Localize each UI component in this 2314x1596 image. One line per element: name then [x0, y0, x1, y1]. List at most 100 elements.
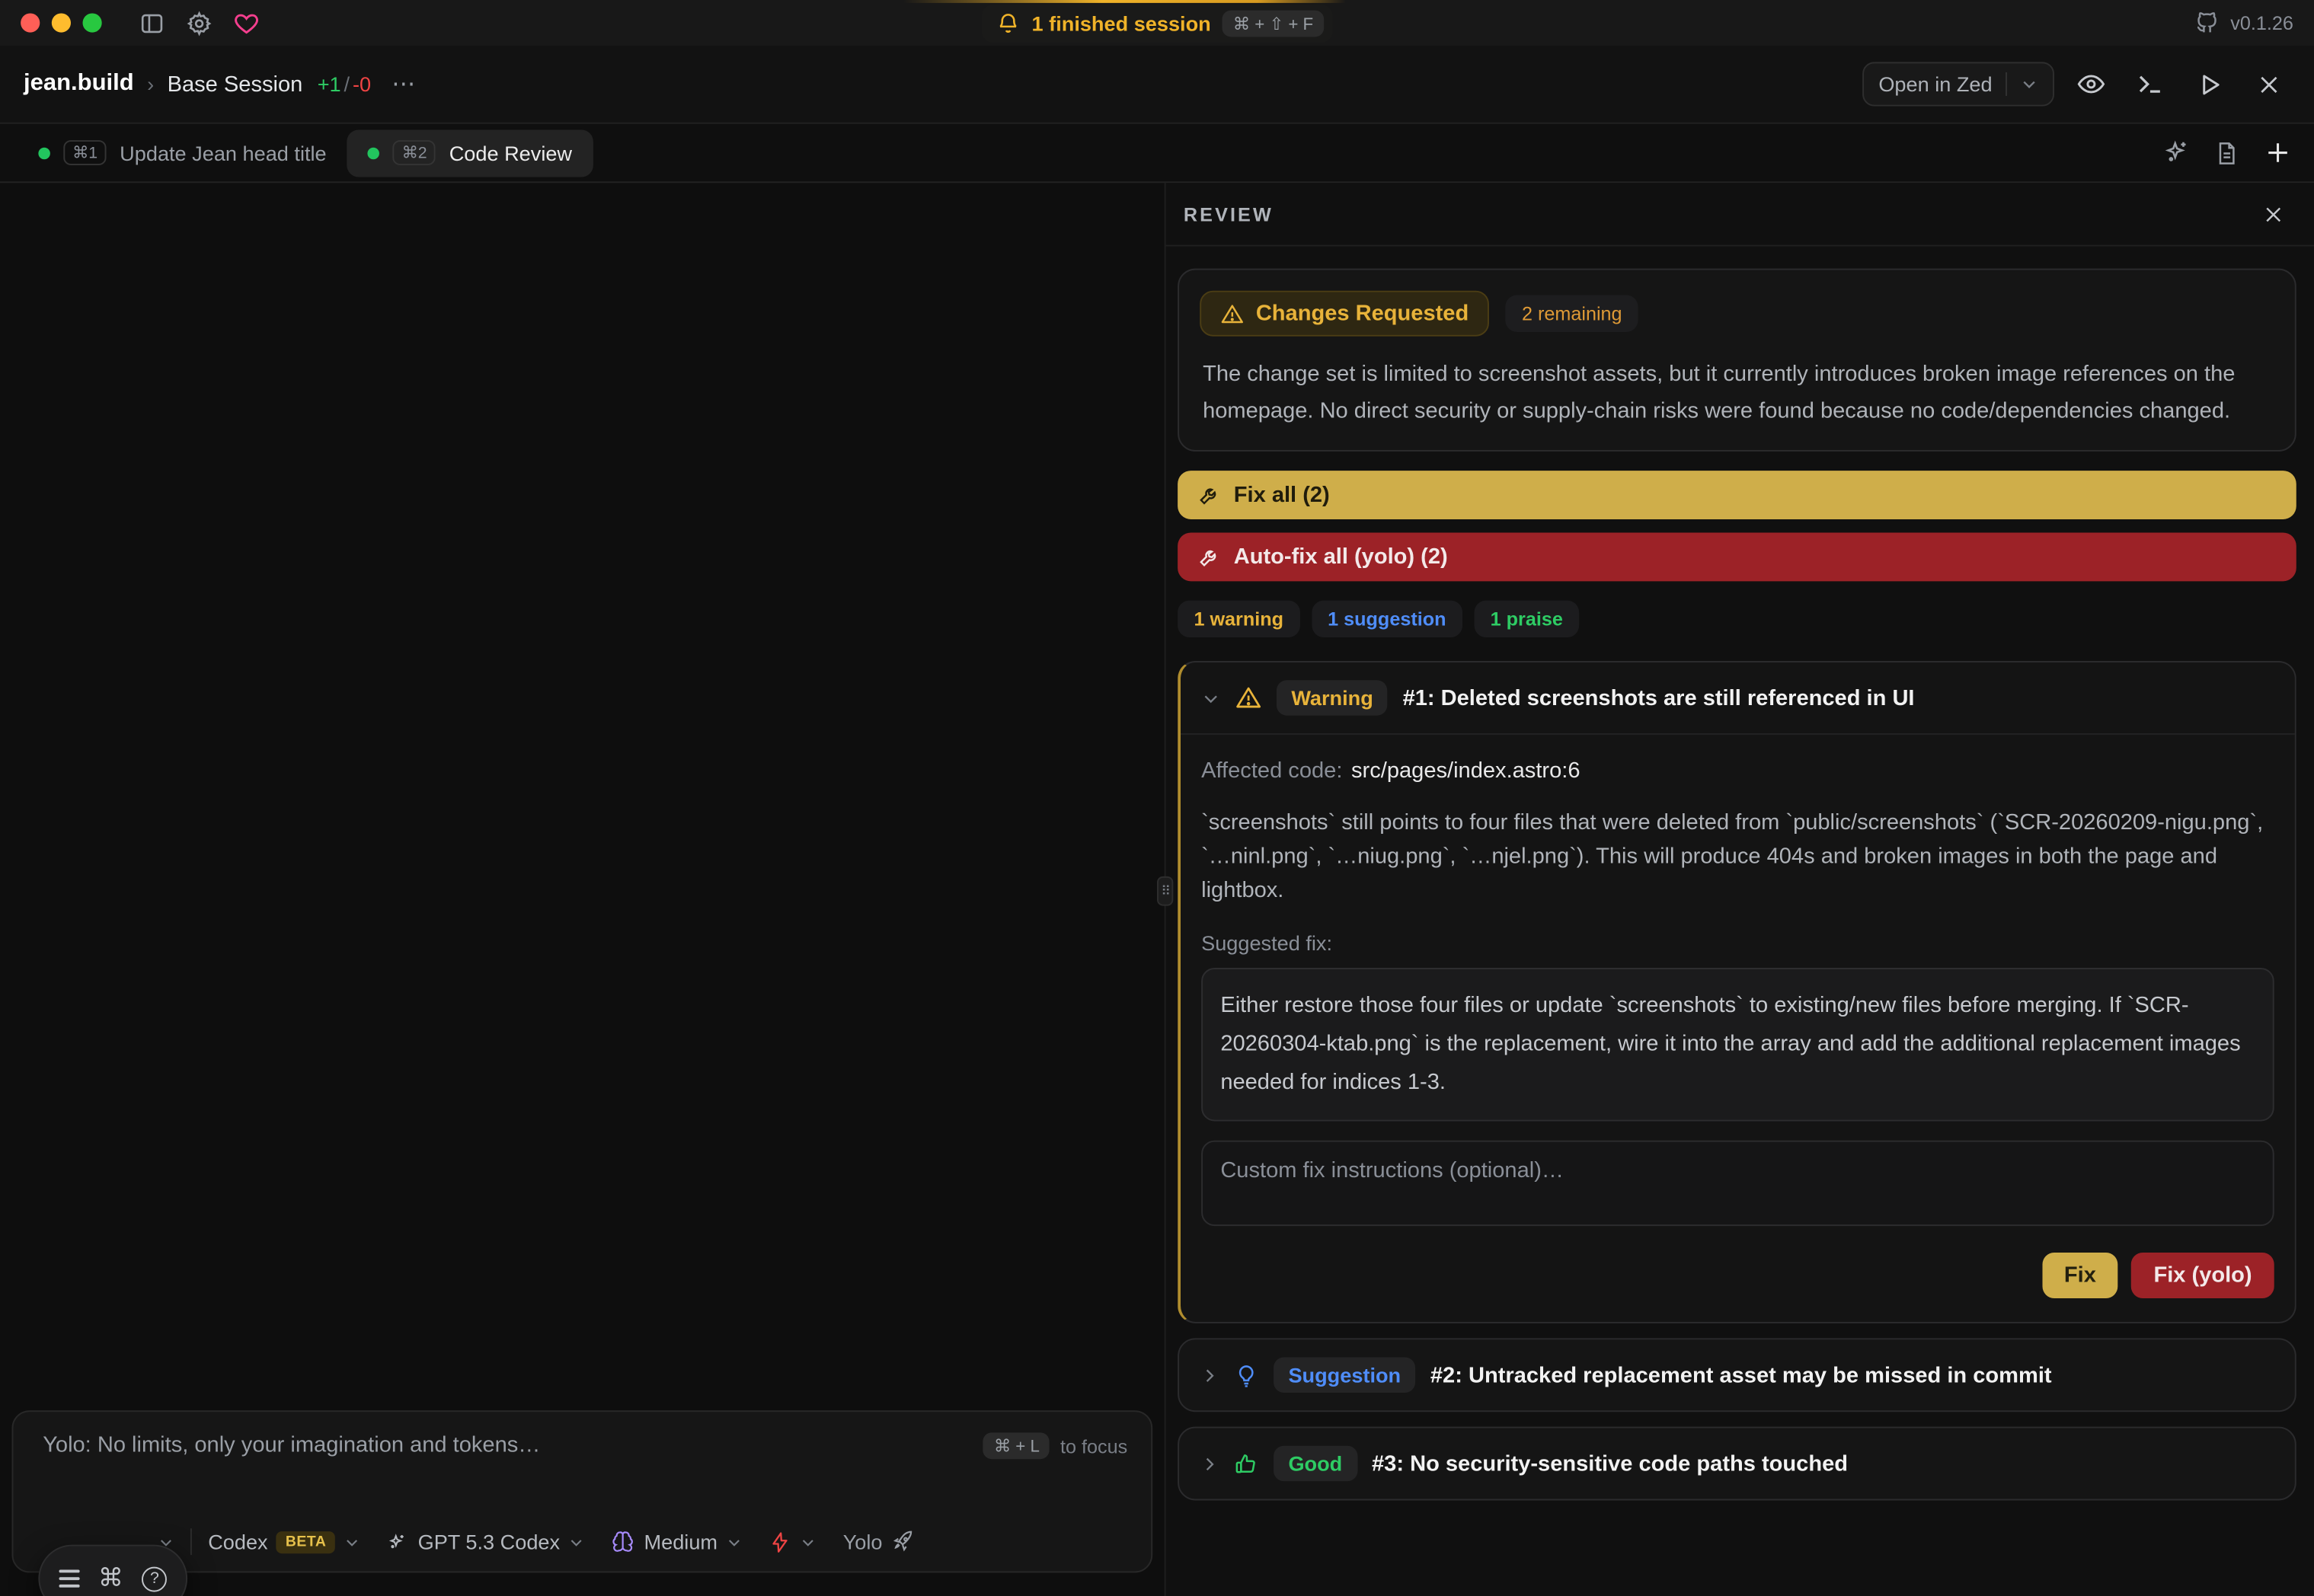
chevron-right-icon [1200, 1365, 1219, 1384]
finding-title: #2: Untracked replacement asset may be m… [1430, 1362, 2052, 1387]
more-options-icon[interactable]: ⋯ [392, 69, 417, 99]
warning-triangle-icon [1220, 302, 1244, 325]
chevron-down-icon [1201, 688, 1220, 707]
tab-shortcut-keycap: ⌘2 [393, 140, 436, 165]
wrench-icon [1198, 546, 1220, 568]
finding-3-header[interactable]: Good #3: No security-sensitive code path… [1179, 1428, 2295, 1499]
session-header: jean.build › Base Session +1/-0 ⋯ Open i… [0, 46, 2314, 124]
preview-eye-icon[interactable] [2069, 62, 2113, 106]
fix-all-label: Fix all (2) [1234, 483, 1330, 508]
changes-requested-badge: Changes Requested [1200, 291, 1489, 337]
review-summary-text: The change set is limited to screenshot … [1200, 356, 2274, 429]
review-scroll-area[interactable]: Changes Requested 2 remaining The change… [1166, 247, 2314, 1515]
affected-code-label: Affected code: [1201, 758, 1342, 784]
finding-1-header[interactable]: Warning #1: Deleted screenshots are stil… [1181, 662, 2295, 733]
effort-selector[interactable]: Medium [598, 1521, 756, 1562]
close-window-button[interactable] [21, 13, 40, 32]
breadcrumb-session[interactable]: Base Session [168, 72, 303, 97]
version-area: v0.1.26 [2195, 11, 2293, 36]
help-icon[interactable]: ? [142, 1566, 167, 1591]
finding-counts: 1 warning 1 suggestion 1 praise [1178, 601, 2296, 637]
review-panel-title: REVIEW [1184, 203, 1274, 225]
warning-count-badge: 1 warning [1178, 601, 1299, 637]
review-panel: REVIEW Changes Requested 2 r [1166, 183, 2314, 1596]
app-title: jean.build [24, 71, 134, 97]
agent-selector[interactable]: Codex BETA [195, 1521, 374, 1562]
rocket-icon [891, 1530, 915, 1553]
yolo-label: Yolo [843, 1530, 883, 1553]
open-in-zed-label: Open in Zed [1878, 72, 1992, 96]
chevron-down-icon[interactable] [2020, 75, 2038, 93]
effort-label: Medium [644, 1530, 718, 1553]
wrench-icon [1198, 484, 1220, 506]
warning-triangle-icon [1235, 685, 1262, 711]
open-in-zed-button[interactable]: Open in Zed [1862, 62, 2054, 106]
tab-status-dot [368, 147, 380, 159]
fix-yolo-button[interactable]: Fix (yolo) [2131, 1253, 2274, 1298]
diff-added: +1 [318, 72, 341, 96]
window-controls[interactable] [21, 13, 102, 32]
composer-input[interactable] [43, 1432, 983, 1457]
chevron-down-icon [344, 1534, 360, 1550]
severity-badge: Good [1274, 1446, 1357, 1482]
power-mode-selector[interactable] [756, 1521, 829, 1562]
suggested-fix-text: Either restore those four files or updat… [1201, 968, 2274, 1122]
new-tab-plus-icon[interactable] [2258, 133, 2296, 171]
review-summary-card: Changes Requested 2 remaining The change… [1178, 269, 2296, 452]
beta-badge: BETA [276, 1531, 335, 1553]
yolo-mode-toggle[interactable]: Yolo [829, 1521, 928, 1562]
severity-badge: Suggestion [1274, 1358, 1415, 1393]
app-window: 1 finished session ⌘ + ⇧ + F v0.1.26 jea… [0, 0, 2314, 1596]
suggested-fix-label: Suggested fix: [1201, 931, 2274, 955]
chevron-right-icon [1200, 1454, 1219, 1473]
praise-count-badge: 1 praise [1474, 601, 1579, 637]
sparkle-icon [387, 1531, 409, 1553]
brain-icon [612, 1530, 635, 1553]
finding-card-2: Suggestion #2: Untracked replacement ass… [1178, 1338, 2296, 1412]
agent-label: Codex [208, 1530, 267, 1553]
tab-update-jean-head-title[interactable]: ⌘1 Update Jean head title [18, 129, 347, 177]
github-icon[interactable] [2195, 11, 2220, 36]
affected-code-path: src/pages/index.astro:6 [1351, 758, 1580, 784]
command-icon[interactable]: ⌘ [98, 1564, 123, 1594]
run-play-icon[interactable] [2187, 62, 2231, 106]
terminal-icon[interactable] [2128, 62, 2172, 106]
lightbulb-icon [1234, 1362, 1259, 1387]
menu-hamburger-icon[interactable] [59, 1570, 79, 1587]
toggle-sidebar-icon[interactable] [139, 10, 165, 37]
finished-session-label: 1 finished session [1032, 12, 1211, 36]
breadcrumb-separator: › [147, 72, 154, 96]
lightning-bolt-icon [769, 1531, 791, 1553]
finished-session-badge[interactable]: 1 finished session ⌘ + ⇧ + F [982, 5, 1333, 43]
fix-button[interactable]: Fix [2042, 1253, 2118, 1298]
review-close-icon[interactable] [2252, 193, 2293, 235]
zoom-window-button[interactable] [83, 13, 102, 32]
fix-all-button[interactable]: Fix all (2) [1178, 471, 2296, 519]
document-icon[interactable] [2208, 133, 2246, 171]
model-selector[interactable]: GPT 5.3 Codex [373, 1521, 598, 1562]
version-label: v0.1.26 [2230, 12, 2293, 34]
finding-description: `screenshots` still points to four files… [1201, 806, 2274, 908]
custom-fix-input[interactable] [1201, 1141, 2274, 1226]
close-session-icon[interactable] [2246, 62, 2290, 106]
autofix-all-button[interactable]: Auto-fix all (yolo) (2) [1178, 532, 2296, 581]
chevron-down-icon [569, 1534, 585, 1550]
quick-actions-pill[interactable]: ⌘ ? [38, 1545, 187, 1596]
button-divider [2006, 72, 2007, 96]
split-drag-handle[interactable]: ⠿ [1157, 876, 1173, 906]
chevron-down-icon [727, 1534, 743, 1550]
sparkles-icon[interactable] [2158, 133, 2196, 171]
finding-2-header[interactable]: Suggestion #2: Untracked replacement ass… [1179, 1339, 2295, 1410]
heart-icon[interactable] [233, 10, 260, 37]
thumbs-up-icon [1234, 1451, 1259, 1476]
finding-card-3: Good #3: No security-sensitive code path… [1178, 1427, 2296, 1501]
minimize-window-button[interactable] [52, 13, 71, 32]
tab-code-review[interactable]: ⌘2 Code Review [347, 129, 593, 177]
chevron-down-icon [801, 1534, 817, 1550]
tab-label: Code Review [449, 141, 572, 164]
diff-removed: -0 [353, 72, 371, 96]
settings-gear-icon[interactable] [186, 10, 213, 37]
session-progress-glow [903, 0, 1346, 3]
autofix-all-label: Auto-fix all (yolo) (2) [1234, 544, 1448, 570]
finding-title: #3: No security-sensitive code paths tou… [1372, 1451, 1848, 1476]
